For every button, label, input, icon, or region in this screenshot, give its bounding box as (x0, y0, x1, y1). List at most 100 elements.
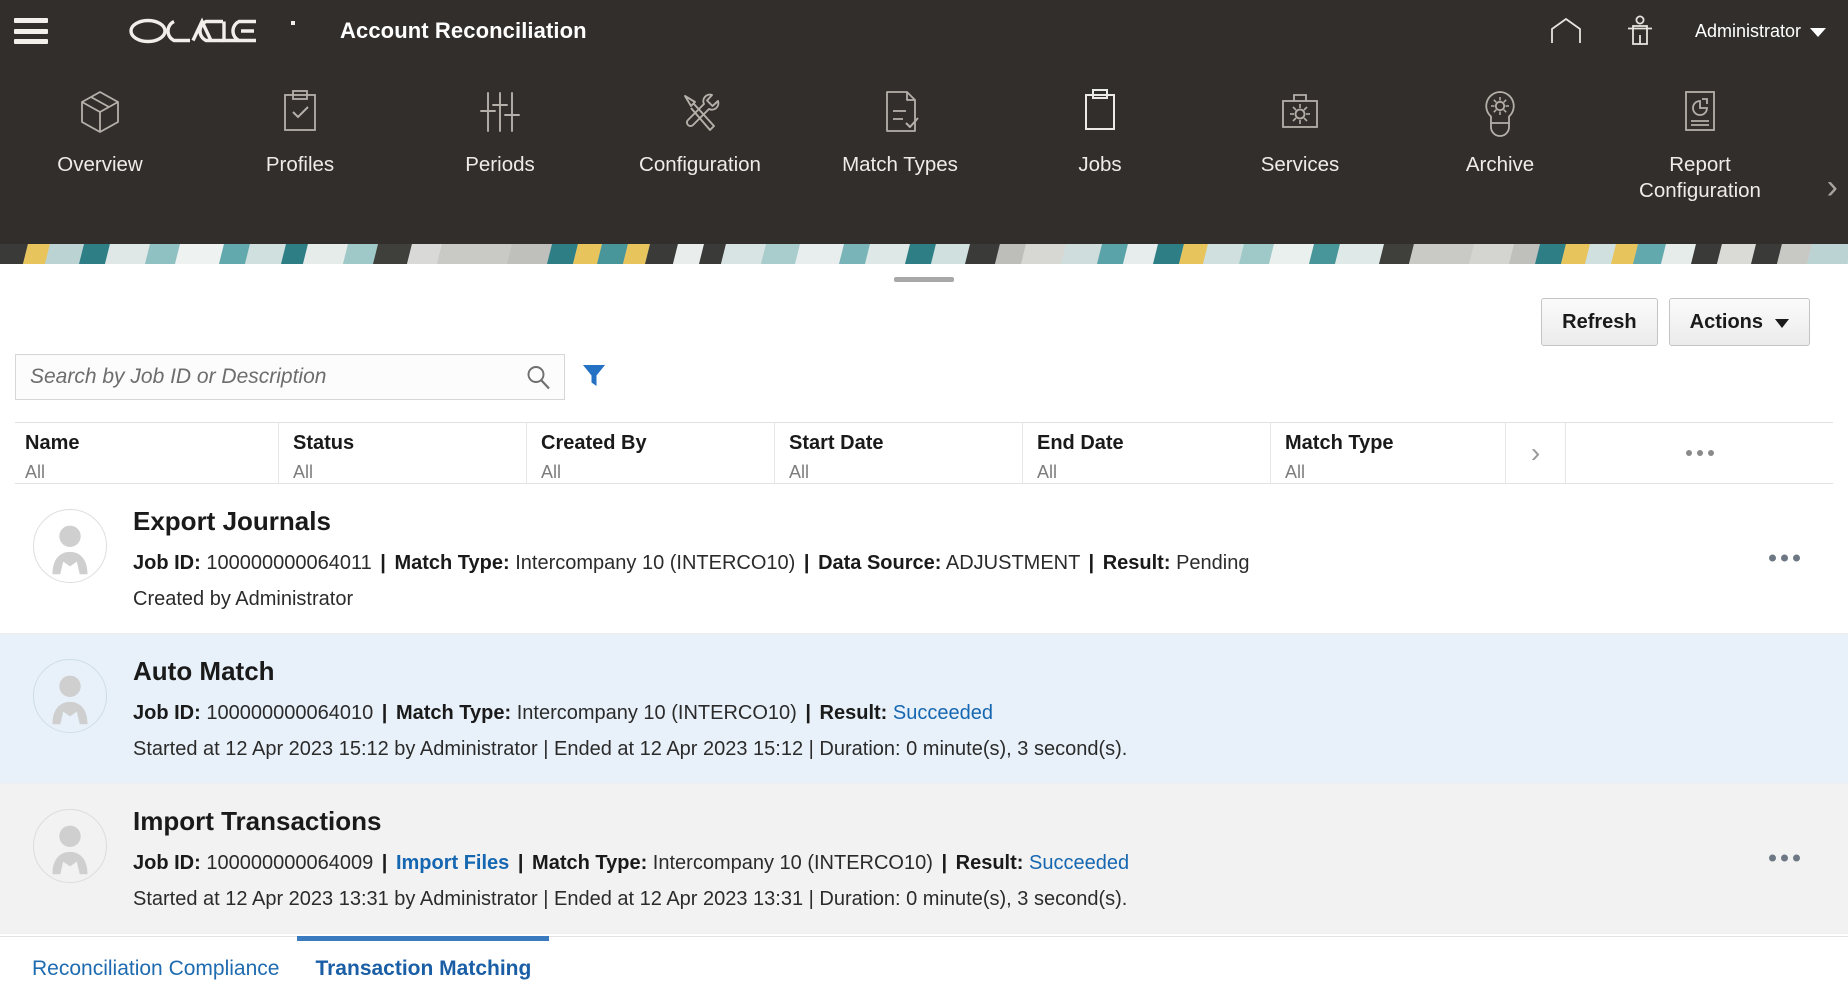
lightbulb-gear-icon (1475, 84, 1525, 140)
job-id-value: 100000000064009 (206, 851, 374, 874)
job-name[interactable]: Auto Match (133, 657, 1848, 686)
nav-item-configuration[interactable]: Configuration (600, 62, 800, 178)
clipboard-icon (1075, 84, 1125, 140)
column-title: Start Date (789, 432, 884, 454)
row-ellipsis-horizontal-icon[interactable] (1759, 845, 1810, 872)
job-id-label: Job ID: (133, 851, 201, 874)
nav-label: Jobs (1078, 153, 1122, 176)
accessibility-person-icon[interactable] (1603, 0, 1677, 62)
user-menu-label: Administrator (1694, 20, 1801, 41)
row-ellipsis-horizontal-icon[interactable] (1759, 545, 1810, 572)
result-label: Result: (955, 851, 1024, 874)
home-icon[interactable] (1529, 0, 1603, 62)
match-type-value: Intercompany 10 (INTERCO10) (516, 701, 797, 724)
search-input[interactable] (30, 365, 524, 389)
report-piechart-icon (1675, 84, 1725, 140)
nav-item-periods[interactable]: Periods (400, 62, 600, 178)
job-row[interactable]: Import Transactions Job ID: 100000000064… (0, 783, 1848, 934)
nav-item-jobs[interactable]: Jobs (1000, 62, 1200, 178)
nav-item-overview[interactable]: Overview (0, 62, 200, 178)
jobs-list: Export Journals Job ID: 100000000064011 … (0, 484, 1848, 934)
column-header-name[interactable]: Name All (15, 423, 279, 483)
funnel-filter-icon[interactable] (581, 362, 607, 388)
column-header-start-date[interactable]: Start Date All (775, 423, 1023, 483)
actions-button[interactable]: Actions (1668, 298, 1810, 346)
column-filter-value[interactable]: All (541, 462, 774, 483)
column-filter-value[interactable]: All (789, 462, 1022, 483)
oracle-logo (128, 17, 300, 45)
meta-separator: | (803, 551, 810, 574)
user-menu[interactable]: Administrator (1695, 21, 1826, 42)
import-files-link[interactable]: Import Files (396, 852, 509, 874)
meta-separator: | (381, 851, 388, 874)
user-avatar-icon (33, 808, 107, 883)
match-type-value: Intercompany 10 (INTERCO10) (652, 851, 933, 874)
hammer-wrench-icon (674, 84, 726, 140)
result-label: Result: (819, 701, 888, 724)
document-check-icon (875, 84, 925, 140)
tab-label: Reconciliation Compliance (32, 956, 280, 980)
column-title: Match Type (1285, 432, 1394, 454)
chevron-down-icon (1810, 28, 1826, 37)
column-filter-value[interactable]: All (1285, 462, 1505, 483)
nav-item-archive[interactable]: Archive (1400, 62, 1600, 178)
sliders-icon (475, 84, 525, 140)
column-title: Status (293, 432, 355, 454)
search-magnifier-icon[interactable] (524, 363, 552, 391)
job-name[interactable]: Import Transactions (133, 807, 1848, 836)
header-actions: Administrator (1529, 0, 1848, 62)
meta-separator: | (1088, 551, 1095, 574)
nav-item-profiles[interactable]: Profiles (200, 62, 400, 178)
job-name[interactable]: Export Journals (133, 507, 1848, 536)
nav-label: Configuration (639, 153, 761, 176)
search-box[interactable] (15, 354, 565, 400)
nav-item-report-configuration[interactable]: Report Configuration (1600, 62, 1800, 204)
jobs-table-header: Name All Status All Created By All Start… (15, 422, 1833, 484)
column-title: Name (25, 432, 80, 454)
refresh-button-label: Refresh (1562, 310, 1637, 333)
nav-item-match-types[interactable]: Match Types (800, 62, 1000, 178)
job-meta: Job ID: 100000000064010 | Match Type: In… (133, 699, 1848, 727)
column-header-status[interactable]: Status All (279, 423, 527, 483)
job-details: Export Journals Job ID: 100000000064011 … (133, 506, 1848, 613)
refresh-button[interactable]: Refresh (1541, 298, 1658, 346)
tab-transaction-matching[interactable]: Transaction Matching (297, 936, 550, 996)
column-title: Created By (541, 432, 647, 454)
nav-next-chevron-right-icon[interactable]: › (1827, 170, 1838, 204)
column-header-match-type[interactable]: Match Type All (1271, 423, 1506, 483)
column-filter-value[interactable]: All (1037, 462, 1270, 483)
columns-expand-chevron-right-icon[interactable]: › (1506, 423, 1566, 483)
column-header-end-date[interactable]: End Date All (1023, 423, 1271, 483)
job-id-label: Job ID: (133, 551, 201, 574)
data-source-value: ADJUSTMENT (945, 551, 1080, 574)
column-header-created-by[interactable]: Created By All (527, 423, 775, 483)
match-type-label: Match Type: (394, 551, 510, 574)
tab-reconciliation-compliance[interactable]: Reconciliation Compliance (14, 936, 297, 996)
global-header: Account Reconciliation Administrator (0, 0, 1848, 62)
panel-drag-handle[interactable] (894, 277, 954, 282)
column-filter-value[interactable]: All (25, 462, 278, 483)
job-row[interactable]: Auto Match Job ID: 100000000064010 | Mat… (0, 633, 1848, 784)
toolbox-gear-icon (1275, 84, 1325, 140)
nav-item-services[interactable]: Services (1200, 62, 1400, 178)
result-value-link[interactable]: Succeeded (1029, 852, 1129, 874)
job-row[interactable]: Export Journals Job ID: 100000000064011 … (0, 484, 1848, 634)
jobs-panel: Refresh Actions Name All (0, 264, 1848, 936)
bottom-tab-bar: Reconciliation Compliance Transaction Ma… (0, 936, 1848, 996)
job-meta: Job ID: 100000000064011 | Match Type: In… (133, 549, 1848, 577)
nav-label: Archive (1465, 153, 1535, 176)
decorative-texture-band (0, 244, 1848, 264)
job-id-value: 100000000064011 (206, 551, 372, 574)
job-id-value: 100000000064010 (206, 701, 374, 724)
result-value-link[interactable]: Succeeded (893, 702, 993, 724)
clipboard-check-icon (275, 84, 325, 140)
meta-separator: | (380, 551, 386, 574)
hamburger-menu-icon[interactable] (14, 18, 48, 44)
search-row (15, 354, 607, 400)
user-avatar-icon (33, 509, 107, 583)
actions-button-label: Actions (1689, 310, 1763, 333)
table-options-ellipsis-horizontal-icon[interactable] (1566, 423, 1833, 483)
column-filter-value[interactable]: All (293, 462, 526, 483)
app-title: Account Reconciliation (340, 18, 587, 43)
caret-down-icon (1775, 318, 1789, 328)
